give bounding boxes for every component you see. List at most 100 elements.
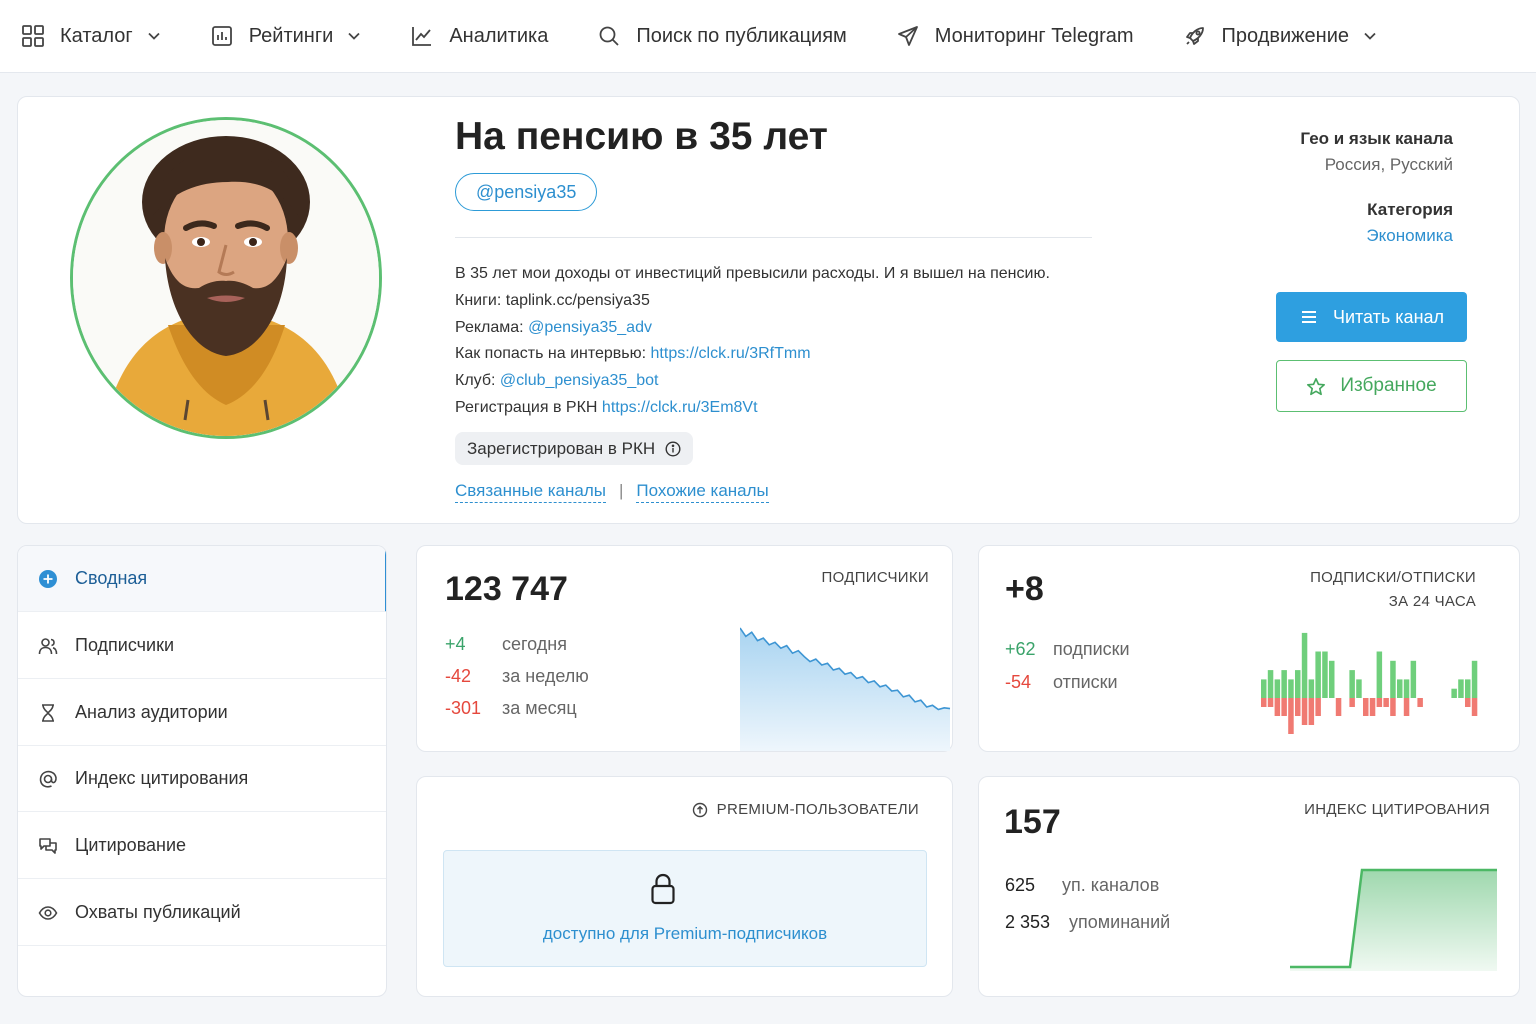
related-links: Связанные каналы | Похожие каналы bbox=[455, 481, 769, 503]
channel-handle[interactable]: @pensiya35 bbox=[455, 173, 598, 211]
subscription-bar bbox=[1315, 651, 1321, 698]
at-sign-icon bbox=[38, 769, 58, 789]
subscription-bar bbox=[1403, 679, 1410, 698]
citation-index-chart bbox=[1290, 868, 1497, 971]
subscriptions-24h-card[interactable]: +8 ПОДПИСКИ/ОТПИСКИ ЗА 24 ЧАСА +62 подпис… bbox=[978, 545, 1520, 752]
quote-chat-icon bbox=[38, 836, 58, 856]
nav-promotion[interactable]: Продвижение bbox=[1184, 25, 1378, 48]
description-text: Регистрация в РКН bbox=[455, 398, 602, 416]
subscriptions-row: +62 подписки bbox=[1005, 639, 1130, 660]
description-line: Клуб: @club_pensiya35_bot bbox=[455, 368, 1050, 395]
read-channel-button[interactable]: Читать канал bbox=[1276, 292, 1467, 342]
divider bbox=[455, 237, 1092, 238]
rkn-badge-label: Зарегистрирован в РКН bbox=[467, 438, 656, 458]
citing-channels-label: уп. каналов bbox=[1062, 875, 1160, 895]
sidebar-item-summary[interactable]: Сводная bbox=[18, 546, 386, 612]
channel-title: На пенсию в 35 лет bbox=[455, 115, 828, 158]
subscription-bar bbox=[1356, 679, 1362, 698]
avatar-portrait bbox=[73, 120, 379, 436]
unsubscription-bar bbox=[1465, 698, 1471, 707]
subscription-bar bbox=[1471, 660, 1478, 698]
citing-channels-row: 625 уп. каналов bbox=[1005, 875, 1159, 896]
description-text: Книги: taplink.cc/pensiya35 bbox=[455, 291, 650, 309]
sidebar-item-label: Подписчики bbox=[75, 635, 175, 655]
grid-icon bbox=[22, 25, 44, 47]
eye-icon bbox=[38, 903, 58, 923]
citation-index-card[interactable]: 157 ИНДЕКС ЦИТИРОВАНИЯ 625 уп. каналов 2 … bbox=[978, 776, 1520, 997]
description-text: Как попасть на интервью: bbox=[455, 345, 651, 363]
premium-locked-box[interactable]: доступно для Premium-подписчиков bbox=[443, 850, 927, 967]
related-channels-link[interactable]: Связанные каналы bbox=[455, 481, 606, 503]
favorite-button[interactable]: Избранное bbox=[1276, 360, 1467, 412]
mentions-label: упоминаний bbox=[1069, 912, 1171, 932]
unsubscription-bar bbox=[1349, 698, 1355, 707]
info-icon[interactable] bbox=[665, 440, 681, 457]
plus-circle-icon bbox=[38, 569, 58, 589]
club-bot-link[interactable]: @club_pensiya35_bot bbox=[500, 372, 659, 389]
subscription-bar bbox=[1308, 679, 1315, 698]
nav-label: Продвижение bbox=[1221, 24, 1350, 47]
subscribers-week: -42 за неделю bbox=[445, 666, 589, 687]
subscribers-card[interactable]: 123 747 ПОДПИСЧИКИ +4 сегодня -42 за недел… bbox=[416, 545, 953, 752]
subscription-bar bbox=[1376, 651, 1383, 698]
rkn-registered-badge: Зарегистрирован в РКН bbox=[455, 432, 694, 465]
unsubscription-bar bbox=[1281, 698, 1287, 716]
similar-channels-link[interactable]: Похожие каналы bbox=[636, 481, 769, 503]
subscription-bar bbox=[1390, 660, 1396, 698]
premium-users-card: PREMIUM-ПОЛЬЗОВАТЕЛИ доступно для Premiu… bbox=[416, 776, 953, 997]
subscribers-trend-chart bbox=[740, 627, 951, 751]
geo-language-label: Гео и язык канала bbox=[1300, 129, 1453, 148]
nav-search-publications[interactable]: Поиск по публикациям bbox=[598, 25, 847, 48]
nav-telegram-monitoring[interactable]: Мониторинг Telegram bbox=[897, 25, 1134, 48]
interview-link[interactable]: https://clck.ru/3RfTmm bbox=[651, 345, 811, 362]
rocket-icon bbox=[1184, 25, 1206, 47]
unsubscription-bar bbox=[1315, 698, 1321, 716]
delta-label: за месяц bbox=[502, 698, 577, 718]
sidebar-item-audience-analysis[interactable]: Анализ аудитории bbox=[18, 680, 386, 746]
subscription-bar bbox=[1329, 660, 1335, 698]
nav-analytics[interactable]: Аналитика bbox=[411, 25, 548, 48]
sidebar-item-subscribers[interactable]: Подписчики bbox=[18, 613, 386, 679]
top-nav: Каталог Рейтинги Аналитика Поиск по публ… bbox=[0, 0, 1536, 73]
nav-catalog[interactable]: Каталог bbox=[22, 25, 161, 48]
unsubscription-bar bbox=[1295, 698, 1301, 716]
line-chart-icon bbox=[411, 25, 433, 47]
subscription-bar bbox=[1465, 679, 1471, 698]
delta-value: -42 bbox=[445, 666, 472, 686]
unsubscription-bar bbox=[1301, 698, 1308, 725]
section-sidebar: Сводная Подписчики Анализ аудитории Инде… bbox=[17, 545, 387, 997]
unsubscription-bar bbox=[1274, 698, 1281, 716]
ad-contact-link[interactable]: @pensiya35_adv bbox=[528, 319, 652, 336]
subscription-bar bbox=[1451, 688, 1457, 698]
citation-index-value: 157 bbox=[1004, 803, 1061, 841]
subscription-bar bbox=[1281, 670, 1287, 698]
unsubscriptions-label: отписки bbox=[1053, 672, 1118, 692]
chevron-down-icon bbox=[147, 29, 161, 43]
read-channel-label: Читать канал bbox=[1332, 306, 1445, 327]
search-icon bbox=[598, 25, 620, 47]
category-link[interactable]: Экономика bbox=[1366, 226, 1453, 246]
subs-unsubs-bar-chart bbox=[1261, 632, 1478, 734]
unsubscriptions-row: -54 отписки bbox=[1005, 672, 1118, 693]
sidebar-item-post-reach[interactable]: Охваты публикаций bbox=[18, 880, 386, 946]
sidebar-item-citation-index[interactable]: Индекс цитирования bbox=[18, 746, 386, 812]
chevron-down-icon bbox=[1363, 29, 1377, 43]
chevron-down-icon bbox=[347, 29, 361, 43]
subscription-bar bbox=[1274, 679, 1281, 698]
subscription-bar bbox=[1295, 670, 1301, 698]
lock-icon bbox=[650, 873, 676, 905]
description-line: Книги: taplink.cc/pensiya35 bbox=[455, 288, 1050, 315]
citation-area bbox=[1290, 870, 1497, 971]
sidebar-item-citation[interactable]: Цитирование bbox=[18, 813, 386, 879]
subscriptions-value: +62 bbox=[1005, 639, 1036, 659]
nav-ratings[interactable]: Рейтинги bbox=[211, 25, 362, 48]
sidebar-item-label: Индекс цитирования bbox=[75, 768, 249, 788]
net-change-value: +8 bbox=[1005, 570, 1044, 608]
rkn-registration-link[interactable]: https://clck.ru/3Em8Vt bbox=[602, 399, 758, 416]
subs-caption-line2: ЗА 24 ЧАСА bbox=[1388, 593, 1476, 610]
description-text: Клуб: bbox=[455, 372, 500, 390]
subscription-bar bbox=[1261, 679, 1267, 698]
premium-locked-text: доступно для Premium-подписчиков bbox=[542, 924, 828, 943]
unsubscription-bar bbox=[1261, 698, 1267, 707]
channel-profile-card: На пенсию в 35 лет @pensiya35 В 35 лет м… bbox=[17, 96, 1520, 524]
